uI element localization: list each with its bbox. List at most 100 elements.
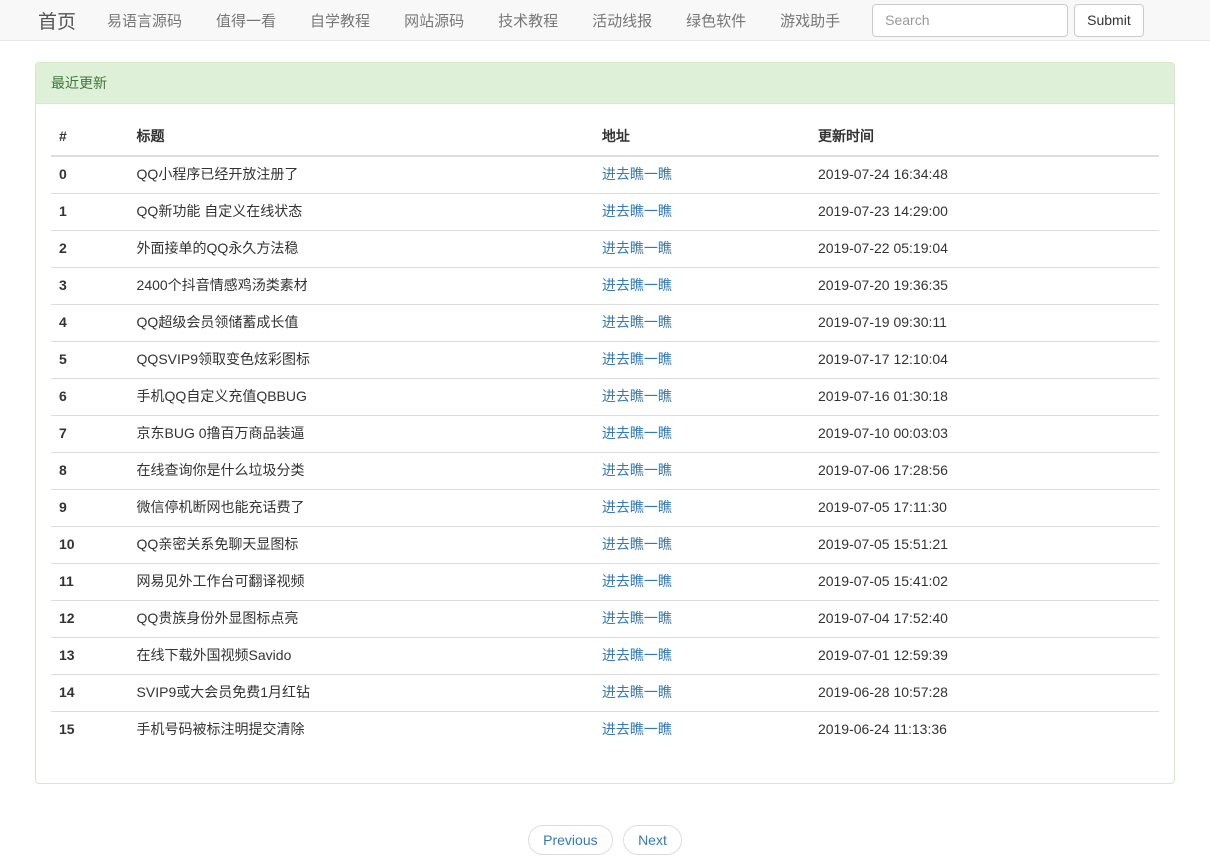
- row-link[interactable]: 进去瞧一瞧: [602, 573, 672, 589]
- row-link-cell: 进去瞧一瞧: [594, 711, 810, 747]
- table-row: 15 手机号码被标注明提交清除 进去瞧一瞧 2019-06-24 11:13:3…: [51, 711, 1159, 747]
- row-time: 2019-07-23 14:29:00: [810, 193, 1159, 230]
- row-link[interactable]: 进去瞧一瞧: [602, 462, 672, 478]
- row-link[interactable]: 进去瞧一瞧: [602, 610, 672, 626]
- row-link-cell: 进去瞧一瞧: [594, 341, 810, 378]
- page: 首页 易语言源码值得一看自学教程网站源码技术教程活动线报绿色软件游戏助手 Sub…: [0, 0, 1210, 861]
- nav-item-4[interactable]: 技术教程: [481, 10, 575, 31]
- row-index: 8: [51, 452, 129, 489]
- row-index: 13: [51, 637, 129, 674]
- pager: Previous Next: [35, 825, 1175, 855]
- column-header-time: 更新时间: [810, 119, 1159, 156]
- row-title: 网易见外工作台可翻译视频: [129, 563, 594, 600]
- row-link-cell: 进去瞧一瞧: [594, 489, 810, 526]
- row-link-cell: 进去瞧一瞧: [594, 193, 810, 230]
- table-row: 8 在线查询你是什么垃圾分类 进去瞧一瞧 2019-07-06 17:28:56: [51, 452, 1159, 489]
- row-index: 15: [51, 711, 129, 747]
- nav-brand-home[interactable]: 首页: [38, 7, 76, 34]
- row-index: 14: [51, 674, 129, 711]
- previous-button[interactable]: Previous: [528, 825, 612, 855]
- column-header-title: 标题: [129, 119, 594, 156]
- row-title: 京东BUG 0撸百万商品装逼: [129, 415, 594, 452]
- row-title: 在线查询你是什么垃圾分类: [129, 452, 594, 489]
- row-link[interactable]: 进去瞧一瞧: [602, 240, 672, 256]
- row-time: 2019-07-22 05:19:04: [810, 230, 1159, 267]
- table-body: 0 QQ小程序已经开放注册了 进去瞧一瞧 2019-07-24 16:34:48…: [51, 156, 1159, 748]
- column-header-index: #: [51, 119, 129, 156]
- nav-item-7[interactable]: 游戏助手: [763, 10, 857, 31]
- row-link-cell: 进去瞧一瞧: [594, 415, 810, 452]
- row-time: 2019-06-24 11:13:36: [810, 711, 1159, 747]
- row-title: QQ亲密关系免聊天显图标: [129, 526, 594, 563]
- row-link-cell: 进去瞧一瞧: [594, 600, 810, 637]
- recent-updates-panel: 最近更新 # 标题 地址 更新时间 0 QQ小程序已: [35, 62, 1175, 784]
- row-title: 微信停机断网也能充话费了: [129, 489, 594, 526]
- row-link[interactable]: 进去瞧一瞧: [602, 647, 672, 663]
- row-link[interactable]: 进去瞧一瞧: [602, 277, 672, 293]
- row-link[interactable]: 进去瞧一瞧: [602, 536, 672, 552]
- row-time: 2019-07-01 12:59:39: [810, 637, 1159, 674]
- row-time: 2019-07-06 17:28:56: [810, 452, 1159, 489]
- row-index: 3: [51, 267, 129, 304]
- navbar: 首页 易语言源码值得一看自学教程网站源码技术教程活动线报绿色软件游戏助手 Sub…: [0, 0, 1210, 41]
- table-row: 6 手机QQ自定义充值QBBUG 进去瞧一瞧 2019-07-16 01:30:…: [51, 378, 1159, 415]
- row-time: 2019-06-28 10:57:28: [810, 674, 1159, 711]
- row-time: 2019-07-20 19:36:35: [810, 267, 1159, 304]
- table-row: 9 微信停机断网也能充话费了 进去瞧一瞧 2019-07-05 17:11:30: [51, 489, 1159, 526]
- row-index: 9: [51, 489, 129, 526]
- row-link[interactable]: 进去瞧一瞧: [602, 684, 672, 700]
- row-index: 5: [51, 341, 129, 378]
- row-title: QQ新功能 自定义在线状态: [129, 193, 594, 230]
- row-title: SVIP9或大会员免费1月红钻: [129, 674, 594, 711]
- nav-item-2[interactable]: 自学教程: [293, 10, 387, 31]
- row-link[interactable]: 进去瞧一瞧: [602, 351, 672, 367]
- nav-item-0[interactable]: 易语言源码: [90, 10, 199, 31]
- search-form: Submit: [872, 4, 1144, 37]
- row-time: 2019-07-10 00:03:03: [810, 415, 1159, 452]
- row-index: 0: [51, 156, 129, 193]
- row-index: 4: [51, 304, 129, 341]
- nav-item-3[interactable]: 网站源码: [387, 10, 481, 31]
- row-title: QQ超级会员领储蓄成长值: [129, 304, 594, 341]
- row-title: QQ贵族身份外显图标点亮: [129, 600, 594, 637]
- table-row: 14 SVIP9或大会员免费1月红钻 进去瞧一瞧 2019-06-28 10:5…: [51, 674, 1159, 711]
- row-link-cell: 进去瞧一瞧: [594, 267, 810, 304]
- row-title: 2400个抖音情感鸡汤类素材: [129, 267, 594, 304]
- row-index: 1: [51, 193, 129, 230]
- row-time: 2019-07-05 15:41:02: [810, 563, 1159, 600]
- nav-item-5[interactable]: 活动线报: [575, 10, 669, 31]
- row-link-cell: 进去瞧一瞧: [594, 674, 810, 711]
- nav-links: 易语言源码值得一看自学教程网站源码技术教程活动线报绿色软件游戏助手: [90, 10, 857, 31]
- next-button[interactable]: Next: [623, 825, 682, 855]
- row-link[interactable]: 进去瞧一瞧: [602, 721, 672, 737]
- row-link-cell: 进去瞧一瞧: [594, 563, 810, 600]
- row-link-cell: 进去瞧一瞧: [594, 378, 810, 415]
- table-row: 5 QQSVIP9领取变色炫彩图标 进去瞧一瞧 2019-07-17 12:10…: [51, 341, 1159, 378]
- row-link[interactable]: 进去瞧一瞧: [602, 203, 672, 219]
- row-link[interactable]: 进去瞧一瞧: [602, 499, 672, 515]
- row-link[interactable]: 进去瞧一瞧: [602, 425, 672, 441]
- panel-body: # 标题 地址 更新时间 0 QQ小程序已经开放注册了 进去瞧一瞧 2019-0…: [36, 104, 1174, 783]
- row-link[interactable]: 进去瞧一瞧: [602, 388, 672, 404]
- row-time: 2019-07-24 16:34:48: [810, 156, 1159, 193]
- row-index: 7: [51, 415, 129, 452]
- table-row: 3 2400个抖音情感鸡汤类素材 进去瞧一瞧 2019-07-20 19:36:…: [51, 267, 1159, 304]
- row-time: 2019-07-05 15:51:21: [810, 526, 1159, 563]
- table-row: 0 QQ小程序已经开放注册了 进去瞧一瞧 2019-07-24 16:34:48: [51, 156, 1159, 193]
- row-time: 2019-07-04 17:52:40: [810, 600, 1159, 637]
- row-link-cell: 进去瞧一瞧: [594, 452, 810, 489]
- search-input[interactable]: [872, 4, 1068, 37]
- table-row: 4 QQ超级会员领储蓄成长值 进去瞧一瞧 2019-07-19 09:30:11: [51, 304, 1159, 341]
- row-link-cell: 进去瞧一瞧: [594, 156, 810, 193]
- table-row: 13 在线下载外国视频Savido 进去瞧一瞧 2019-07-01 12:59…: [51, 637, 1159, 674]
- submit-button[interactable]: Submit: [1074, 4, 1144, 37]
- nav-item-6[interactable]: 绿色软件: [669, 10, 763, 31]
- nav-item-1[interactable]: 值得一看: [199, 10, 293, 31]
- table-row: 2 外面接单的QQ永久方法稳 进去瞧一瞧 2019-07-22 05:19:04: [51, 230, 1159, 267]
- row-index: 12: [51, 600, 129, 637]
- panel-title: 最近更新: [36, 63, 1174, 104]
- table-row: 10 QQ亲密关系免聊天显图标 进去瞧一瞧 2019-07-05 15:51:2…: [51, 526, 1159, 563]
- row-index: 11: [51, 563, 129, 600]
- row-link[interactable]: 进去瞧一瞧: [602, 166, 672, 182]
- row-link[interactable]: 进去瞧一瞧: [602, 314, 672, 330]
